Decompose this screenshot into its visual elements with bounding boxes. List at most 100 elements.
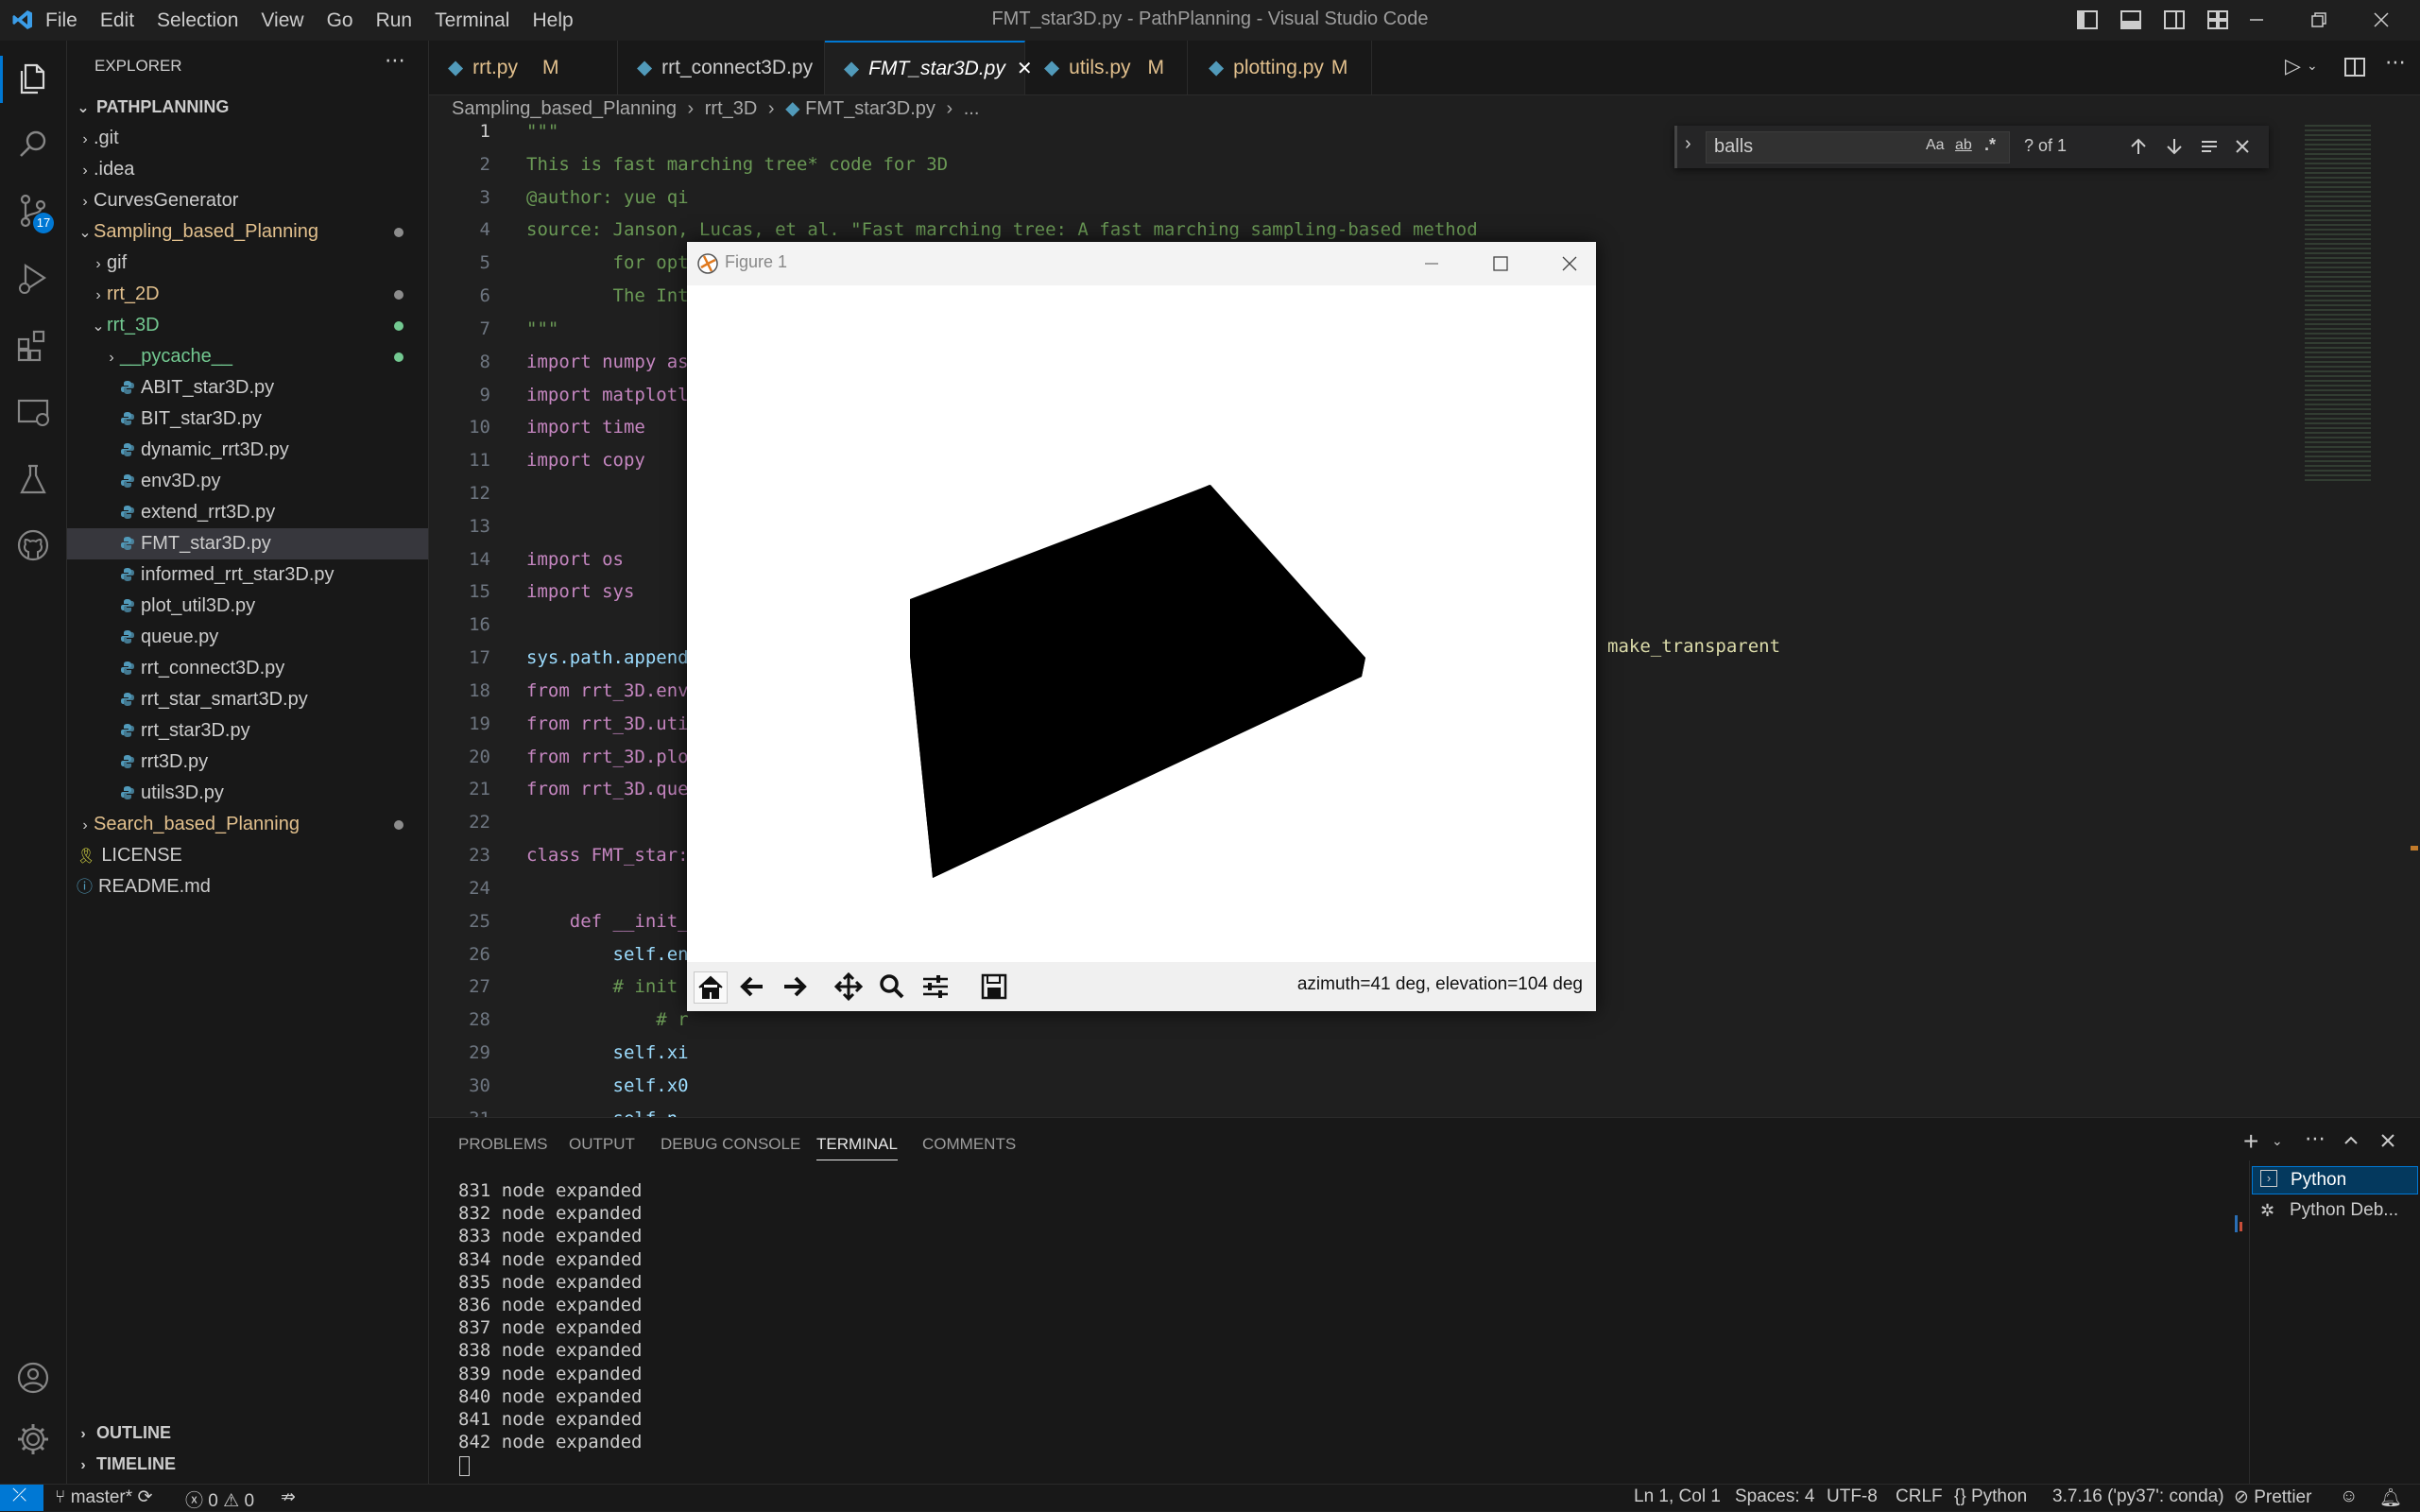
menu-terminal[interactable]: Terminal xyxy=(435,9,509,32)
tree-file[interactable]: FMT_star3D.py xyxy=(67,528,428,559)
feedback-icon[interactable]: ☺ xyxy=(2340,1486,2358,1507)
tree-file[interactable]: ABIT_star3D.py xyxy=(67,372,428,404)
minimize-icon[interactable] xyxy=(2244,8,2269,32)
next-match-icon[interactable] xyxy=(2164,136,2185,157)
tree-file[interactable]: extend_rrt3D.py xyxy=(67,497,428,528)
previous-match-icon[interactable] xyxy=(2128,136,2149,157)
tree-file[interactable]: rrt_star_smart3D.py xyxy=(67,684,428,715)
menu-help[interactable]: Help xyxy=(532,9,573,32)
tree-file[interactable]: env3D.py xyxy=(67,466,428,497)
find-in-selection-icon[interactable] xyxy=(2199,136,2220,157)
tree-folder[interactable]: ⌄ Sampling_based_Planning xyxy=(67,216,428,248)
menu-view[interactable]: View xyxy=(261,9,303,32)
run-python-file-icon[interactable]: ▷ xyxy=(2285,54,2301,78)
configure-subplots-button[interactable] xyxy=(919,971,953,1004)
tree-file[interactable]: dynamic_rrt3D.py xyxy=(67,435,428,466)
github-icon[interactable] xyxy=(14,526,52,564)
editor-more-actions-icon[interactable]: ⋯ xyxy=(2385,50,2406,75)
language-mode[interactable]: {} Python xyxy=(1954,1486,2027,1507)
find-input[interactable]: balls Aa ab .* xyxy=(1706,131,2010,163)
breadcrumb-item[interactable]: ... xyxy=(964,98,980,119)
zoom-button[interactable] xyxy=(876,971,910,1004)
workspace-root[interactable]: ⌄ PATHPLANNING xyxy=(67,92,428,123)
search-icon[interactable] xyxy=(14,126,52,163)
tree-file[interactable]: plot_util3D.py xyxy=(67,591,428,622)
close-window-icon[interactable] xyxy=(2369,8,2394,32)
tab-rrt[interactable]: ◆ rrt.py M xyxy=(429,41,618,94)
breadcrumb-item[interactable]: Sampling_based_Planning xyxy=(452,98,677,119)
back-button[interactable] xyxy=(736,971,770,1004)
explorer-icon[interactable] xyxy=(14,60,52,97)
run-options-chevron-icon[interactable]: ⌄ xyxy=(2307,58,2318,74)
tree-file[interactable]: utils3D.py xyxy=(67,778,428,809)
more-actions-icon[interactable]: ⋯ xyxy=(385,48,405,73)
tree-folder[interactable]: › Search_based_Planning xyxy=(67,809,428,840)
save-figure-button[interactable] xyxy=(978,971,1012,1004)
source-control-icon[interactable]: 17 xyxy=(14,192,54,233)
menu-edit[interactable]: Edit xyxy=(100,9,134,32)
forward-button[interactable] xyxy=(779,971,813,1004)
use-regex-icon[interactable]: .* xyxy=(1984,135,1996,155)
terminal-item-python[interactable]: › Python xyxy=(2252,1166,2418,1194)
testing-icon[interactable] xyxy=(14,460,52,498)
tree-folder[interactable]: ⌄ rrt_3D xyxy=(67,310,428,341)
split-editor-icon[interactable] xyxy=(2343,55,2367,79)
tree-file[interactable]: rrt_connect3D.py xyxy=(67,653,428,684)
maximize-panel-chevron-up-icon[interactable] xyxy=(2342,1131,2360,1150)
outline-section[interactable]: › OUTLINE xyxy=(67,1418,428,1449)
tab-debug-console[interactable]: DEBUG CONSOLE xyxy=(661,1135,800,1154)
panel-more-actions-icon[interactable]: ⋯ xyxy=(2305,1126,2326,1151)
menu-selection[interactable]: Selection xyxy=(157,9,238,32)
tab-plotting[interactable]: ◆ plotting.py M xyxy=(1188,41,1372,94)
home-button[interactable] xyxy=(694,971,728,1004)
toggle-panel-icon[interactable] xyxy=(2119,8,2143,32)
figure-close-icon[interactable] xyxy=(1560,254,1579,273)
terminal-dropdown-chevron-icon[interactable]: ⌄ xyxy=(2272,1133,2283,1149)
menu-file[interactable]: File xyxy=(45,9,77,32)
3d-plot[interactable] xyxy=(687,285,1596,962)
timeline-section[interactable]: › TIMELINE xyxy=(67,1449,428,1480)
tab-fmt-star3d[interactable]: ◆ FMT_star3D.py ✕ xyxy=(825,41,1033,94)
tab-comments[interactable]: COMMENTS xyxy=(922,1135,1016,1154)
notifications-bell-icon[interactable]: 🔔︎ xyxy=(2379,1486,2402,1509)
tree-file[interactable]: rrt_star3D.py xyxy=(67,715,428,747)
git-branch[interactable]: ⑂ master* ⟳ xyxy=(55,1486,152,1508)
new-terminal-plus-icon[interactable]: + xyxy=(2243,1126,2258,1157)
run-debug-icon[interactable] xyxy=(14,260,52,298)
pan-button[interactable] xyxy=(832,971,867,1004)
tree-file[interactable]: informed_rrt_star3D.py xyxy=(67,559,428,591)
live-share-icon[interactable]: ⇏ xyxy=(281,1486,296,1508)
toggle-sidebar-icon[interactable] xyxy=(2075,8,2100,32)
match-whole-word-icon[interactable]: ab xyxy=(1955,137,1972,154)
breadcrumb-item[interactable]: FMT_star3D.py xyxy=(805,98,935,119)
tree-file[interactable]: BIT_star3D.py xyxy=(67,404,428,435)
tab-output[interactable]: OUTPUT xyxy=(569,1135,635,1154)
close-find-icon[interactable] xyxy=(2233,137,2252,156)
breadcrumb-item[interactable]: rrt_3D xyxy=(705,98,758,119)
tab-terminal[interactable]: TERMINAL xyxy=(816,1135,898,1160)
tree-file[interactable]: ⓘ README.md xyxy=(67,871,428,902)
editor-scrollbar[interactable] xyxy=(2408,123,2420,1117)
remote-explorer-icon[interactable] xyxy=(14,393,52,431)
tree-file[interactable]: queue.py xyxy=(67,622,428,653)
line-endings[interactable]: CRLF xyxy=(1896,1486,1943,1507)
figure-canvas[interactable] xyxy=(687,285,1596,962)
terminal-item-python-debug[interactable]: ✲ Python Deb... xyxy=(2252,1197,2418,1226)
prettier[interactable]: ⊘ Prettier xyxy=(2234,1486,2311,1508)
tree-folder[interactable]: › .git xyxy=(67,123,428,154)
indentation[interactable]: Spaces: 4 xyxy=(1735,1486,1815,1507)
tree-folder[interactable]: › .idea xyxy=(67,154,428,185)
menu-go[interactable]: Go xyxy=(327,9,353,32)
customize-layout-icon[interactable] xyxy=(2205,8,2230,32)
restore-icon[interactable] xyxy=(2307,8,2331,32)
remote-indicator[interactable]: ⤫ xyxy=(0,1485,43,1511)
tree-folder[interactable]: › rrt_2D xyxy=(67,279,428,310)
encoding[interactable]: UTF-8 xyxy=(1827,1486,1878,1507)
tab-rrt-connect3d[interactable]: ◆ rrt_connect3D.py xyxy=(618,41,825,94)
tree-folder[interactable]: › __pycache__ xyxy=(67,341,428,372)
settings-gear-icon[interactable] xyxy=(14,1420,52,1458)
figure-title-bar[interactable]: Figure 1 xyxy=(687,242,1596,285)
tab-utils[interactable]: ◆ utils.py M xyxy=(1025,41,1188,94)
close-panel-icon[interactable] xyxy=(2378,1131,2397,1150)
tree-folder[interactable]: › gif xyxy=(67,248,428,279)
